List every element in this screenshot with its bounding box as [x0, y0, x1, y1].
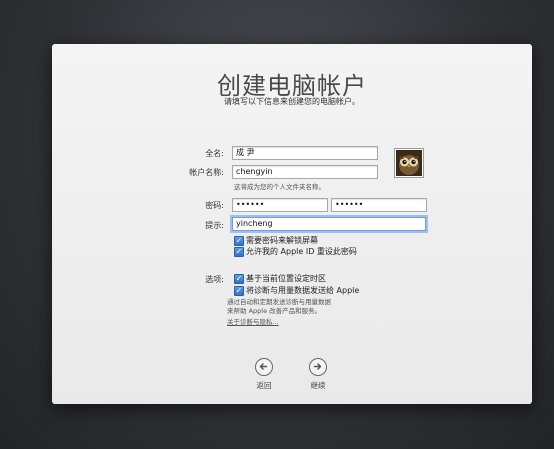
hint-label: 提示:	[205, 221, 224, 230]
account-name-field[interactable]: chengyin	[232, 165, 378, 179]
require-password-checkbox[interactable]: ✓	[234, 236, 244, 246]
arrow-left-icon	[259, 363, 268, 370]
continue-button[interactable]	[309, 358, 327, 376]
verify-password-field[interactable]: ••••••	[331, 198, 427, 212]
password-label: 密码:	[205, 201, 224, 210]
diagnostics-label: 将诊断与用量数据发送给 Apple	[246, 286, 360, 295]
options-label: 选项:	[205, 275, 224, 284]
back-label: 返回	[256, 381, 272, 390]
diagnostics-checkbox[interactable]: ✓	[234, 286, 244, 296]
setup-panel: 创建电脑帐户 请填写以下信息来创建您的电脑帐户。 全名: 成 尹 帐户名称: c…	[52, 44, 532, 404]
page-subtitle: 请填写以下信息来创建您的电脑帐户。	[224, 97, 360, 106]
arrow-right-icon	[313, 363, 322, 370]
full-name-label: 全名:	[205, 149, 224, 158]
password-field[interactable]: ••••••	[232, 198, 328, 212]
location-timezone-checkbox[interactable]: ✓	[234, 274, 244, 284]
require-password-label: 需要密码来解锁屏幕	[246, 236, 318, 245]
continue-label: 继续	[310, 381, 326, 390]
user-picture[interactable]	[394, 148, 424, 178]
account-name-label: 帐户名称:	[189, 168, 224, 177]
back-button[interactable]	[255, 358, 273, 376]
privacy-link[interactable]: 关于诊断与隐私...	[227, 316, 279, 326]
allow-appleid-checkbox[interactable]: ✓	[234, 247, 244, 257]
account-name-hint: 这将成为您的个人文件夹名称。	[234, 183, 325, 191]
diagnostics-description-1: 通过自动和定期发送诊断与用量数据	[227, 298, 331, 306]
hint-field[interactable]: yincheng	[232, 217, 426, 231]
full-name-field[interactable]: 成 尹	[232, 146, 378, 160]
diagnostics-description-2: 来帮助 Apple 改善产品和服务。	[227, 307, 322, 315]
location-timezone-label: 基于当前位置设定时区	[246, 274, 326, 283]
allow-appleid-label: 允许我的 Apple ID 重设此密码	[246, 247, 357, 256]
owl-avatar-icon	[396, 150, 422, 176]
